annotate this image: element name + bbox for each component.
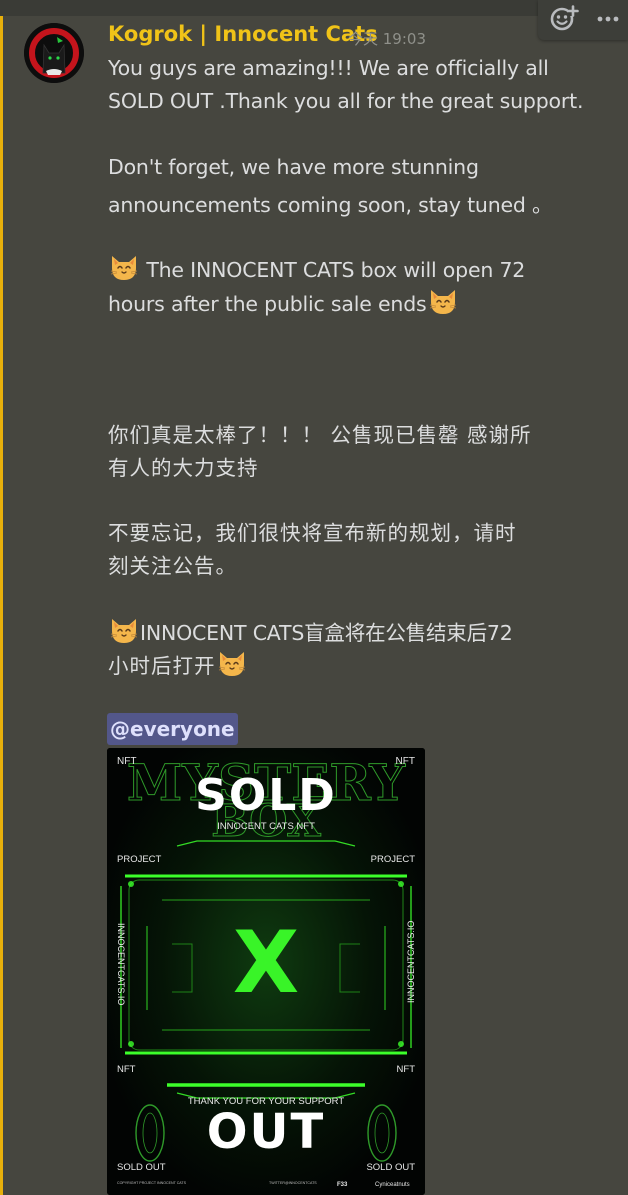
poster-side-label: INNOCENTCATS.IO [116,923,126,1005]
highlight-accent-bar [0,16,3,1195]
poster-side-label: INNOCENTCATS.IO [406,921,416,1003]
message-text-line: 有人的大力支持 [108,456,259,480]
cat-face-emoji-icon [110,255,138,281]
poster-footer-brand: Cyniceatnuts [375,1182,410,1188]
cat-face-emoji-icon [428,289,457,315]
poster-corner-label: NFT [117,756,136,767]
message-text-line-with-emoji: The INNOCENT CATS box will open 72 [108,252,525,282]
message-hover-toolbar [538,0,628,40]
message-timestamp[interactable]: 今天 19:03 [348,28,426,49]
message-text-line: announcements coming soon, stay tuned 。 [108,193,553,217]
add-reaction-button[interactable] [542,0,586,36]
message-text-line: 不要忘记，我们很快将宣布新的规划，请时 [108,521,517,545]
poster-footer-f33: F33 [337,1182,348,1188]
message-text-line-with-emoji: INNOCENT CATS盲盒将在公售结束后72 [108,615,513,646]
add-reaction-icon [550,5,579,31]
poster-sold-title: SOLD [195,770,337,821]
message-text: INNOCENT CATS盲盒将在公售结束后72 [140,621,513,645]
message-text: 小时后打开 [108,654,216,678]
message-text-line-with-emoji: hours after the public sale ends [108,286,459,316]
poster-project-label: PROJECT [371,854,416,865]
message-text: The INNOCENT CATS box will open 72 [140,258,526,282]
poster-footer-twitter: TWITTER@INNOCENTCATS [269,1181,317,1185]
poster-soldout-label: SOLD OUT [117,1162,166,1173]
poster-nft-label: NFT [397,1064,416,1075]
poster-x-mark: X [233,913,299,1013]
sold-out-poster-image[interactable]: MYSTERY BOX NFT NFT SOLD INNOCENT CATS N… [107,748,425,1195]
poster-nft-label: NFT [117,1064,136,1075]
poster-soldout-label: SOLD OUT [366,1162,415,1173]
black-cat-avatar-image [24,23,84,83]
author-username[interactable]: Kogrok | Innocent Cats [108,22,378,46]
message-text-line: You guys are amazing!!! We are officiall… [108,56,549,80]
message-text-line: SOLD OUT .Thank you all for the great su… [108,89,584,113]
more-options-button[interactable] [586,0,628,36]
cat-face-emoji-icon [110,618,138,644]
cat-face-emoji-icon [217,651,246,677]
poster-corner-label: NFT [396,756,415,767]
message-text-line: 刻关注公告。 [108,554,237,578]
window-top-strip [0,0,628,16]
message-text-line: Don't forget, we have more stunning [108,155,479,179]
message-text-line-with-emoji: 小时后打开 [108,648,248,679]
everyone-mention[interactable]: @everyone [107,713,238,745]
poster-footer-copyright: COPYRIGHT PROJECT INNOCENT CATS [117,1181,187,1185]
poster-subtitle: INNOCENT CATS NFT [217,821,315,832]
poster-out-title: OUT [207,1104,326,1160]
poster-project-label: PROJECT [117,854,162,865]
author-avatar[interactable] [24,23,84,83]
message-text: hours after the public sale ends [108,292,427,316]
message-text-line: 你们真是太棒了！！！ 公售现已售罄 感谢所 [108,423,532,447]
more-options-icon [597,16,619,22]
